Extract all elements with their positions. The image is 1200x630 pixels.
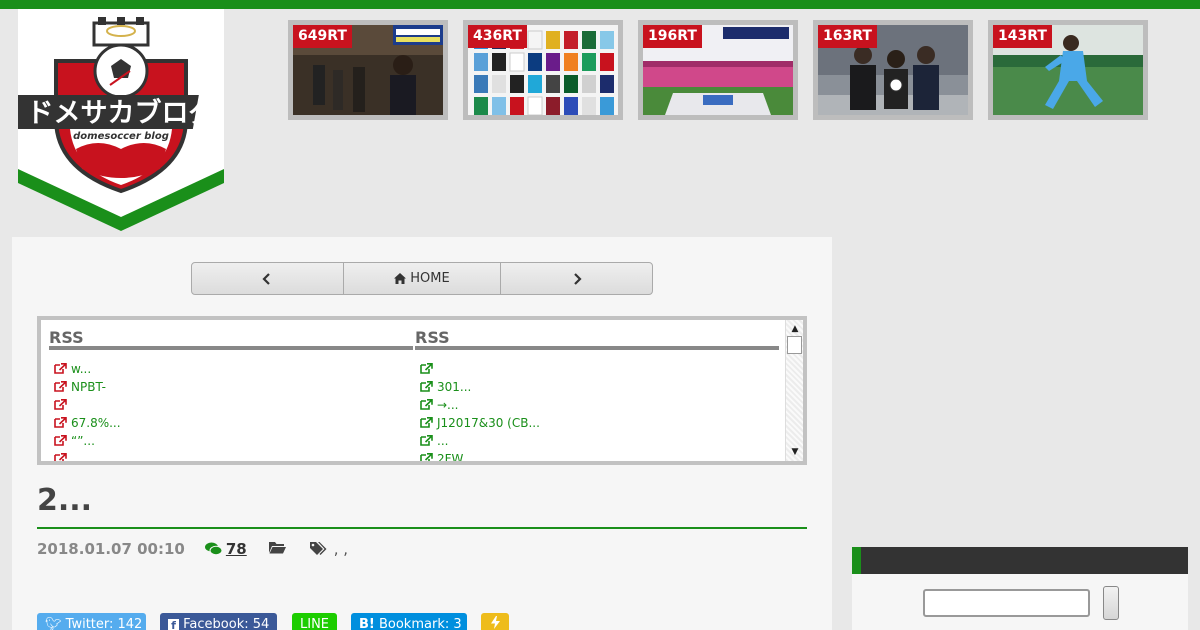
external-link-icon	[54, 417, 67, 428]
thumbnail-image: 649RT	[293, 25, 443, 115]
post-pager: HOME	[191, 262, 653, 295]
rss-item[interactable]: 301...	[415, 378, 779, 396]
retweet-count-badge: 649RT	[293, 25, 352, 48]
category-link[interactable]	[268, 540, 286, 558]
retweet-count-badge: 163RT	[818, 25, 877, 48]
rss-scrollbar[interactable]: ▲ ▼	[785, 320, 803, 461]
prev-post-button[interactable]	[192, 263, 344, 294]
scroll-up-arrow-icon[interactable]: ▲	[788, 322, 802, 336]
retweet-count-badge: 196RT	[643, 25, 702, 48]
rss-item[interactable]: “”...	[49, 432, 413, 450]
retweet-count-badge: 143RT	[993, 25, 1052, 48]
article-meta: 2018.01.07 00:10 78 , ,	[37, 539, 348, 559]
external-link-icon	[54, 381, 67, 392]
external-link-icon	[420, 381, 433, 392]
facebook-share-button[interactable]: f Facebook: 54	[160, 613, 277, 630]
popular-post-5[interactable]: 143RT	[988, 20, 1148, 120]
external-link-icon	[54, 399, 67, 410]
rss-item-title: w...	[71, 362, 92, 376]
home-icon	[394, 273, 407, 284]
popular-post-2[interactable]: 436RT	[463, 20, 623, 120]
thumbnail-image: 163RT	[818, 25, 968, 115]
rss-feed-box[interactable]: RSS w... NPBT- 67.8%... “”... RSS 301... →..…	[37, 316, 807, 465]
logo-wordmark: ドメサカブログ	[27, 97, 216, 129]
tags-text: , ,	[333, 540, 349, 558]
hatena-share-label: Bookmark: 3	[378, 617, 462, 630]
tags-icon	[309, 542, 327, 555]
rss-item[interactable]: 2FW...	[415, 450, 779, 465]
top-accent-bar	[0, 0, 1200, 9]
scroll-thumb[interactable]	[787, 336, 802, 354]
home-label: HOME	[410, 271, 450, 286]
rss-item[interactable]	[415, 360, 779, 378]
rss-item[interactable]: NPBT-	[49, 378, 413, 396]
rss-item-title: 67.8%...	[71, 416, 121, 430]
rss-item[interactable]	[49, 396, 413, 414]
rss-item-title: →...	[437, 398, 459, 412]
popular-post-4[interactable]: 163RT	[813, 20, 973, 120]
rss-title: RSS	[415, 326, 779, 350]
rss-item-title: 301...	[437, 380, 472, 394]
facebook-icon: f	[168, 619, 179, 630]
site-logo[interactable]: ドメサカブログ domesoccer blog	[18, 9, 224, 234]
home-button[interactable]: HOME	[344, 263, 502, 294]
thumbnail-image: 436RT	[468, 25, 618, 115]
line-share-button[interactable]: LINE	[292, 613, 337, 630]
rss-item-title: 2FW...	[437, 452, 474, 465]
main-content: HOME RSS w... NPBT- 67.8%... “”... RSS 301.…	[12, 237, 832, 630]
comment-link[interactable]: 78	[204, 540, 247, 558]
line-share-label: LINE	[300, 617, 330, 630]
rss-item[interactable]: →...	[415, 396, 779, 414]
search-button[interactable]	[1103, 586, 1119, 620]
thumbnail-image: 143RT	[993, 25, 1143, 115]
external-link-icon	[420, 453, 433, 461]
hatena-bookmark-button[interactable]: B! Bookmark: 3	[351, 613, 467, 630]
rss-item[interactable]	[49, 450, 413, 461]
external-link-icon	[420, 399, 433, 410]
pocket-share-button[interactable]	[481, 613, 509, 630]
widget-header	[852, 547, 1188, 574]
rss-item-title: ...	[437, 434, 449, 448]
twitter-share-label: Twitter: 142	[65, 617, 143, 630]
tag-list[interactable]: , ,	[309, 540, 349, 558]
rss-item-title: NPBT-	[71, 380, 107, 394]
chevron-left-icon	[262, 272, 271, 285]
rss-item-title: “”...	[71, 434, 95, 448]
next-post-button[interactable]	[501, 263, 652, 294]
popular-post-1[interactable]: 649RT	[288, 20, 448, 120]
rss-column-right: RSS 301... →... J12017&30 (CB...... 2FW...	[415, 326, 779, 465]
external-link-icon	[420, 363, 433, 374]
external-link-icon	[420, 435, 433, 446]
rss-item[interactable]: ...	[415, 432, 779, 450]
external-link-icon	[54, 435, 67, 446]
rss-column-left: RSS w... NPBT- 67.8%... “”...	[49, 326, 413, 461]
search-input[interactable]	[923, 589, 1090, 617]
rss-title: RSS	[49, 326, 413, 350]
logo-subtitle: domesoccer blog	[73, 131, 169, 142]
twitter-icon: 🐦︎	[45, 617, 62, 630]
facebook-share-label: Facebook: 54	[183, 617, 270, 630]
article-title: 2...	[37, 482, 807, 529]
rss-item[interactable]: J12017&30 (CB...	[415, 414, 779, 432]
comments-icon	[204, 542, 222, 556]
scroll-down-arrow-icon[interactable]: ▼	[788, 445, 802, 459]
hatena-icon: B!	[359, 617, 375, 630]
folder-icon	[268, 542, 286, 554]
search-form	[923, 586, 1119, 620]
popular-post-3[interactable]: 196RT	[638, 20, 798, 120]
rss-item[interactable]: w...	[49, 360, 413, 378]
post-date: 2018.01.07 00:10	[37, 540, 185, 558]
external-link-icon	[420, 417, 433, 428]
rss-item-title: J12017&30 (CB...	[437, 416, 540, 430]
external-link-icon	[54, 363, 67, 374]
chevron-right-icon	[573, 272, 582, 285]
lightning-icon	[490, 616, 500, 629]
thumbnail-image: 196RT	[643, 25, 793, 115]
retweet-count-badge: 436RT	[468, 25, 527, 48]
twitter-share-button[interactable]: 🐦︎ Twitter: 142	[37, 613, 146, 630]
rss-item[interactable]: 67.8%...	[49, 414, 413, 432]
external-link-icon	[54, 453, 67, 461]
comment-count: 78	[225, 540, 247, 558]
sidebar-search-widget	[852, 547, 1188, 630]
